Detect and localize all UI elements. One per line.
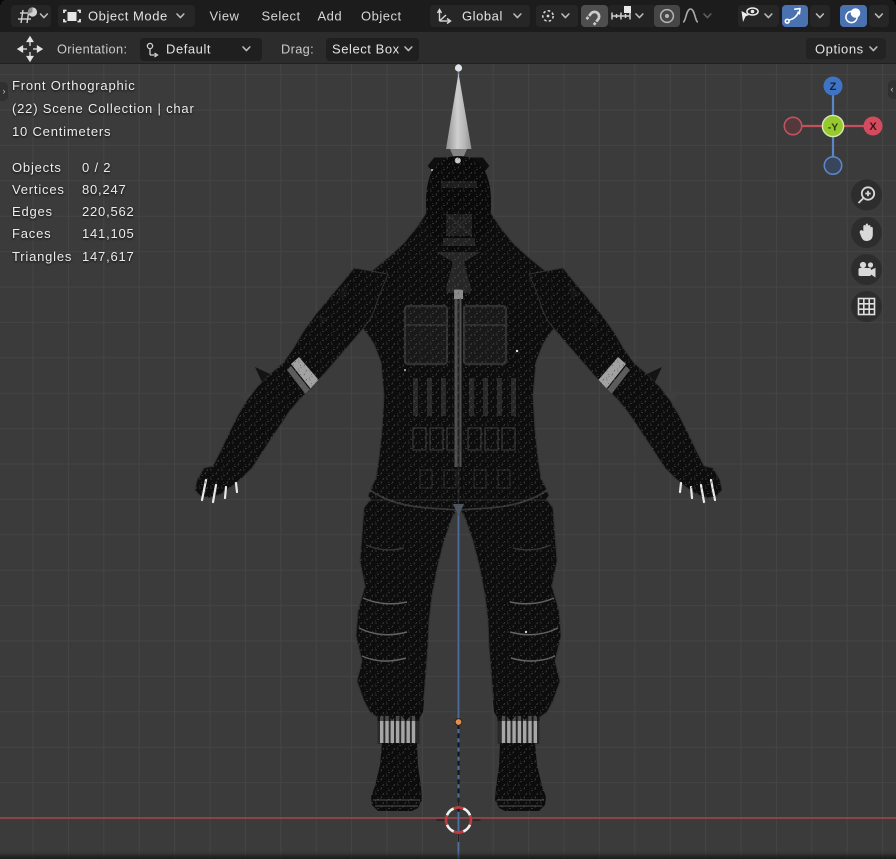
svg-text:Add: Add: [318, 9, 343, 24]
svg-text:Select Box: Select Box: [332, 42, 400, 57]
svg-text:Default: Default: [166, 42, 211, 57]
svg-text:-Y: -Y: [828, 121, 839, 133]
svg-text:Object Mode: Object Mode: [88, 9, 168, 24]
svg-text:Global: Global: [462, 9, 503, 24]
svg-text:X: X: [869, 121, 877, 133]
svg-text:Orientation:: Orientation:: [57, 42, 127, 57]
svg-text:Select: Select: [262, 9, 301, 24]
svg-text:Z: Z: [830, 81, 837, 93]
svg-text:View: View: [210, 9, 240, 24]
svg-text:Object: Object: [361, 9, 402, 24]
svg-text:Drag:: Drag:: [281, 42, 314, 57]
svg-text:Options: Options: [815, 42, 864, 57]
